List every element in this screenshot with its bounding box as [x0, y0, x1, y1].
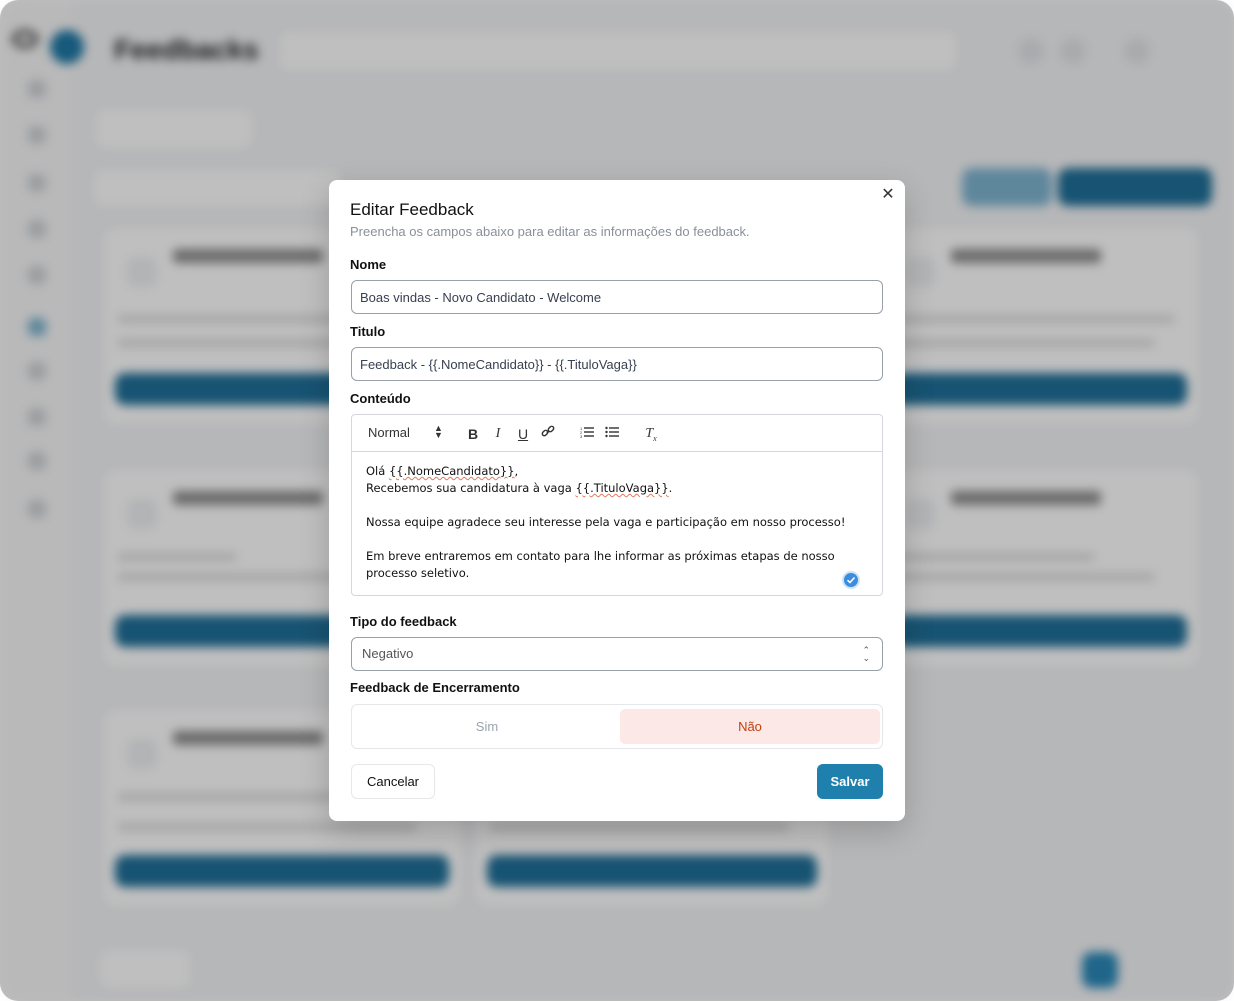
bullet-list-icon[interactable] [603, 425, 621, 443]
feedback-type-select[interactable]: Negativo ⌃ ⌄ [351, 637, 883, 671]
select-arrows-icon: ▲ ▼ [434, 423, 443, 440]
content-label: Conteúdo [350, 391, 411, 406]
name-field[interactable] [351, 280, 883, 314]
grammar-check-icon[interactable] [842, 571, 860, 589]
dialog-description: Preencha os campos abaixo para editar as… [350, 224, 750, 239]
close-icon[interactable]: ✕ [879, 186, 897, 204]
chevron-up-down-icon: ⌃ ⌄ [862, 645, 870, 663]
content-line: Nossa equipe agradece seu interesse pela… [366, 515, 846, 529]
ordered-list-icon[interactable]: 123 [578, 425, 596, 443]
italic-icon[interactable]: I [489, 425, 507, 443]
content-empty-line [366, 531, 868, 548]
feedback-type-value: Negativo [362, 646, 414, 661]
edit-feedback-dialog: ✕ Editar Feedback Preencha os campos aba… [329, 180, 905, 821]
rich-text-editor: Normal ▲ ▼ B I U 123 Tx Olá {{.NomeCandid… [351, 414, 883, 596]
editor-toolbar: Normal ▲ ▼ B I U 123 Tx [352, 415, 882, 452]
closing-toggle: Sim Não [351, 704, 883, 749]
title-label: Titulo [350, 324, 386, 339]
dialog-title: Editar Feedback [350, 200, 474, 219]
svg-text:3: 3 [580, 434, 583, 439]
bold-icon[interactable]: B [464, 425, 482, 443]
closing-label: Feedback de Encerramento [350, 680, 520, 695]
content-line: Recebemos sua candidatura à vaga {{.Titu… [366, 481, 673, 495]
save-button[interactable]: Salvar [817, 764, 883, 799]
content-empty-line [366, 497, 868, 514]
option-sim[interactable]: Sim [356, 709, 618, 744]
type-label: Tipo do feedback [350, 614, 457, 629]
editor-content[interactable]: Olá {{.NomeCandidato}}, Recebemos sua ca… [366, 463, 868, 582]
title-field[interactable] [351, 347, 883, 381]
link-icon[interactable] [539, 425, 557, 443]
cancel-button[interactable]: Cancelar [351, 764, 435, 799]
name-label: Nome [350, 257, 387, 272]
underline-icon[interactable]: U [514, 425, 532, 443]
style-select[interactable]: Normal [368, 425, 410, 440]
option-nao[interactable]: Não [620, 709, 880, 744]
clear-format-icon[interactable]: Tx [642, 425, 660, 443]
content-line: Olá {{.NomeCandidato}}, [366, 464, 519, 478]
content-line: Em breve entraremos em contato para lhe … [366, 549, 835, 580]
